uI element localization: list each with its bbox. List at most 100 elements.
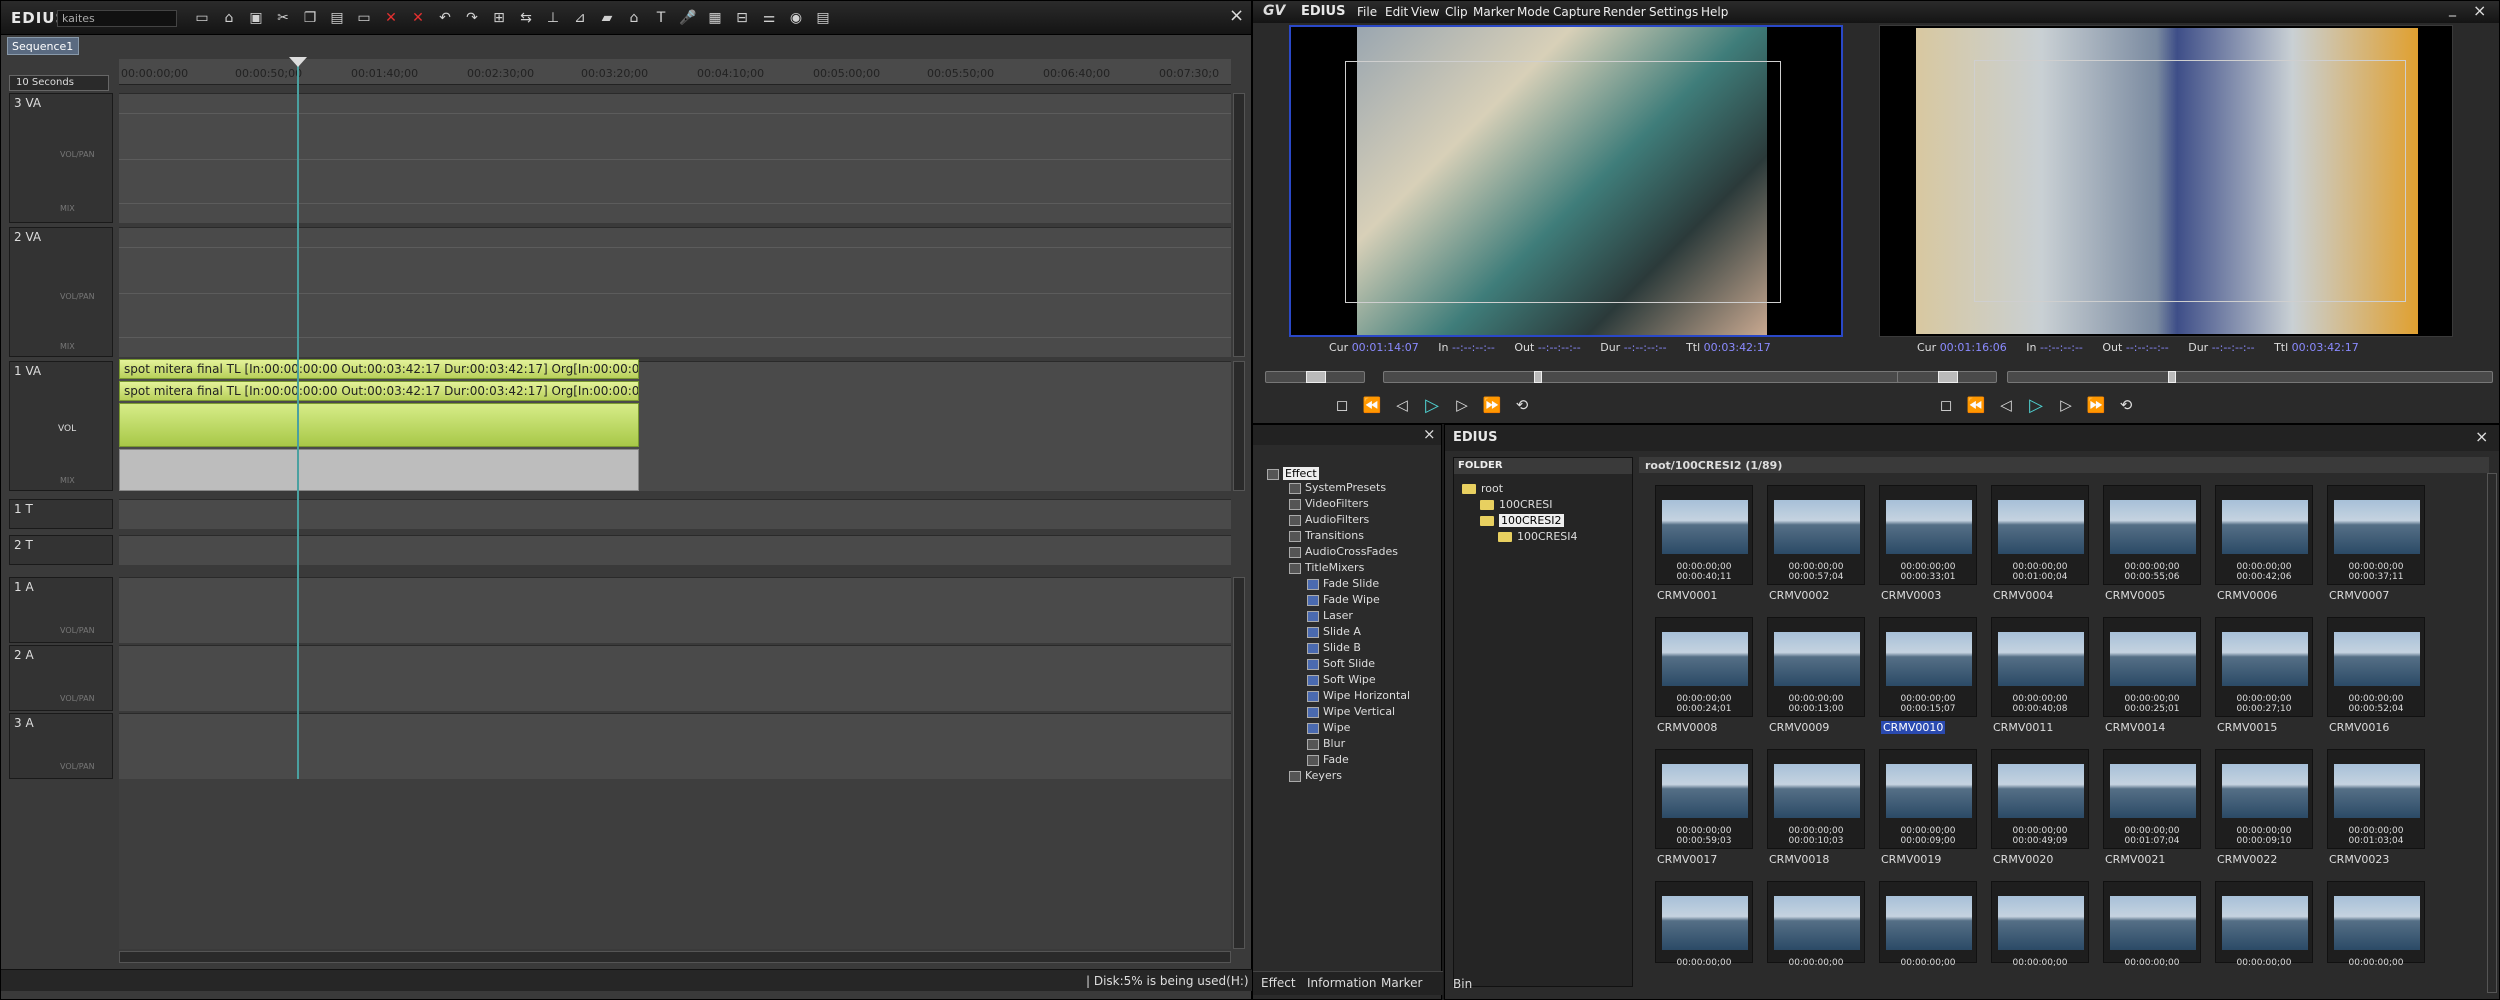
timeline-ruler[interactable]: 00:00:00;00 00:00:50;00 00:01:40;00 00:0… [119, 59, 1231, 85]
menu-edit[interactable]: Edit [1385, 5, 1408, 19]
delete-icon[interactable]: ✕ [380, 8, 402, 28]
tree-item[interactable]: Soft Slide [1307, 657, 1375, 670]
tree-item[interactable]: VideoFilters [1289, 497, 1369, 510]
red-record-icon[interactable]: ◉ [785, 8, 807, 28]
loop-icon[interactable]: ⟲ [2113, 393, 2139, 417]
tab-sequence1[interactable]: Sequence1 [7, 37, 79, 55]
folder-item-selected[interactable]: 100CRESI2 [1480, 514, 1564, 527]
step-back-icon[interactable]: ◁ [1389, 393, 1415, 417]
insert-mode-icon[interactable]: ▭ [353, 8, 375, 28]
track-lane-3va[interactable] [119, 93, 1231, 223]
track-header-2t[interactable]: 2 T [9, 535, 113, 565]
voice-over-icon[interactable]: 🎤 [677, 8, 699, 28]
audio-clip[interactable]: spot mitera final TL [In:00:00:00:00 Out… [119, 381, 639, 401]
step-forward-icon[interactable]: ▷ [1449, 393, 1475, 417]
tab-information[interactable]: Information [1307, 976, 1376, 990]
timeline-hscrollbar[interactable] [119, 951, 1231, 963]
track-lane-3a[interactable] [119, 713, 1231, 779]
clip-name[interactable]: CRMV0015 [2217, 721, 2327, 734]
clip-thumbnail[interactable]: 00:00:00;00 [1879, 881, 1977, 968]
mix-lane-clip[interactable] [119, 449, 639, 491]
player-seekbar[interactable] [1383, 371, 1923, 383]
redo-icon[interactable]: ↷ [461, 8, 483, 28]
track-lane-1t[interactable] [119, 499, 1231, 529]
folder-root[interactable]: root [1462, 482, 1503, 495]
tree-item[interactable]: Wipe Vertical [1307, 705, 1395, 718]
tab-effect[interactable]: Effect [1261, 976, 1296, 990]
clip-name[interactable]: CRMV0008 [1657, 721, 1767, 734]
menu-view[interactable]: View [1411, 5, 1439, 19]
menu-settings[interactable]: Settings [1649, 5, 1698, 19]
menu-marker[interactable]: Marker [1473, 5, 1514, 19]
clip-name[interactable]: CRMV0018 [1769, 853, 1879, 866]
playhead-marker-icon[interactable] [289, 57, 307, 67]
fast-forward-icon[interactable]: ⏩ [1479, 393, 1505, 417]
clip-name[interactable]: CRMV0022 [2217, 853, 2327, 866]
rewind-icon[interactable]: ⏪ [1963, 393, 1989, 417]
clip-thumbnail[interactable]: 00:00:00;00 [2215, 881, 2313, 968]
step-back-icon[interactable]: ◁ [1993, 393, 2019, 417]
close-icon[interactable]: × [1423, 425, 1436, 443]
rewind-icon[interactable]: ⏪ [1359, 393, 1385, 417]
clip-thumbnail[interactable]: 00:00:00;00 00:00:10;03 [1767, 749, 1865, 849]
cut-icon[interactable]: ✂ [272, 8, 294, 28]
clip-thumbnail[interactable]: 00:00:00;00 [2327, 881, 2425, 968]
clip-name[interactable]: CRMV0002 [1769, 589, 1879, 602]
close-icon[interactable]: × [2475, 427, 2488, 446]
step-forward-icon[interactable]: ▷ [2053, 393, 2079, 417]
clip-thumbnail[interactable]: 00:00:00;00 00:00:40;11 [1655, 485, 1753, 585]
clip-name[interactable]: CRMV0016 [2329, 721, 2439, 734]
mode-icon[interactable]: ⌂ [623, 8, 645, 28]
mixer-icon[interactable]: ⊟ [731, 8, 753, 28]
folder-item[interactable]: 100CRESI4 [1498, 530, 1578, 543]
effect-root[interactable]: Effect [1267, 467, 1319, 480]
track-header-1a[interactable]: 1 A VOL/PAN [9, 577, 113, 643]
menu-file[interactable]: File [1357, 5, 1377, 19]
clip-thumbnail[interactable]: 00:00:00;00 [1991, 881, 2089, 968]
layout-icon[interactable]: ▤ [812, 8, 834, 28]
clip-name[interactable]: CRMV0019 [1881, 853, 1991, 866]
clip-thumbnail[interactable]: 00:00:00;00 00:00:13;00 [1767, 617, 1865, 717]
tab-marker[interactable]: Marker [1381, 976, 1422, 990]
clip-thumbnail[interactable]: 00:00:00;00 00:00:33;01 [1879, 485, 1977, 585]
title-icon[interactable]: T [650, 8, 672, 28]
link-icon[interactable]: ⇆ [515, 8, 537, 28]
track-header-3a[interactable]: 3 A VOL/PAN [9, 713, 113, 779]
tree-item[interactable]: Transitions [1289, 529, 1364, 542]
clip-name[interactable]: CRMV0001 [1657, 589, 1767, 602]
seek-thumb[interactable] [2168, 371, 2176, 383]
clip-thumbnail[interactable]: 00:00:00;00 00:01:07;04 [2103, 749, 2201, 849]
clip-icon[interactable]: ▰ [596, 8, 618, 28]
recorder-seekbar[interactable] [2007, 371, 2493, 383]
clip-thumbnail[interactable]: 00:00:00;00 00:00:59;03 [1655, 749, 1753, 849]
clip-name[interactable]: CRMV0023 [2329, 853, 2439, 866]
paste-icon[interactable]: ▤ [326, 8, 348, 28]
video-clip[interactable]: spot mitera final TL [In:00:00:00:00 Out… [119, 359, 639, 379]
track-header-1va[interactable]: 1 VA VOL MIX [9, 361, 113, 491]
clip-name[interactable]: CRMV0021 [2105, 853, 2215, 866]
track-lane-2a[interactable] [119, 645, 1231, 711]
menu-capture[interactable]: Capture [1553, 5, 1601, 19]
track-lane-2va[interactable] [119, 227, 1231, 357]
clip-thumbnail[interactable]: 00:00:00;00 [1655, 881, 1753, 968]
tree-item[interactable]: Fade [1307, 753, 1349, 766]
recorder-monitor[interactable] [1879, 25, 2453, 337]
tree-item[interactable]: Fade Wipe [1307, 593, 1380, 606]
marker-icon[interactable]: ⊿ [569, 8, 591, 28]
clip-thumbnail[interactable]: 00:00:00;00 00:00:42;06 [2215, 485, 2313, 585]
clip-thumbnail[interactable]: 00:00:00;00 00:00:57;04 [1767, 485, 1865, 585]
undo-icon[interactable]: ↶ [434, 8, 456, 28]
close-icon[interactable]: × [2473, 1, 2486, 20]
clip-name[interactable]: CRMV0003 [1881, 589, 1991, 602]
tree-item[interactable]: SystemPresets [1289, 481, 1386, 494]
track-scrollbar[interactable] [1233, 577, 1245, 949]
track-lane-1a[interactable] [119, 577, 1231, 643]
clip-thumbnail[interactable]: 00:00:00;00 00:00:40;08 [1991, 617, 2089, 717]
audio-mixer-icon[interactable]: ⚌ [758, 8, 780, 28]
clip-thumbnail[interactable]: 00:00:00;00 00:00:37;11 [2327, 485, 2425, 585]
new-sequence-icon[interactable]: ▭ [191, 8, 213, 28]
clip-thumbnail[interactable]: 00:00:00;00 00:00:15;07 [1879, 617, 1977, 717]
tree-item[interactable]: Fade Slide [1307, 577, 1379, 590]
track-header-2a[interactable]: 2 A VOL/PAN [9, 645, 113, 711]
tree-item[interactable]: AudioFilters [1289, 513, 1369, 526]
